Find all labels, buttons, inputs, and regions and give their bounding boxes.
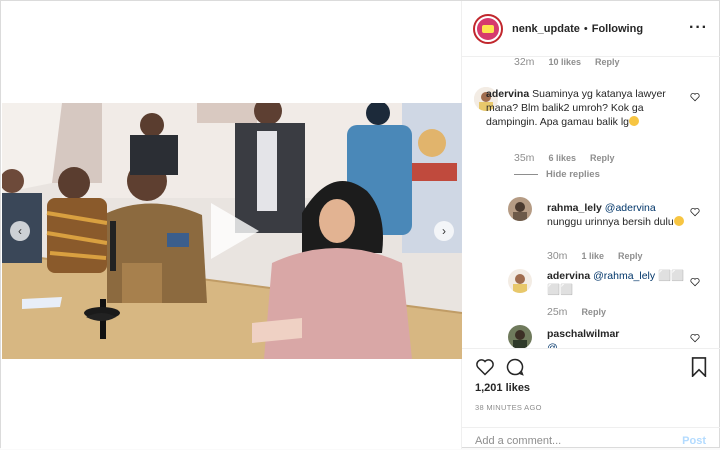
previous-comment-meta: 32m 10 likes Reply <box>514 57 619 68</box>
following-button[interactable]: Following <box>592 23 643 35</box>
reply-button[interactable]: Reply <box>595 57 620 67</box>
instagram-post-dialog: ‹ › nenk_update • Following ··· 32m 10 l… <box>0 0 720 449</box>
comment-time: 32m <box>514 57 535 68</box>
chevron-left-icon[interactable]: ‹ <box>10 221 30 241</box>
comment-likes[interactable]: 1 like <box>581 251 604 261</box>
mention-link[interactable]: @rahma_lely <box>593 270 655 282</box>
post-comment-button[interactable]: Post <box>682 435 706 447</box>
post-actions: 1,201 likes 38 MINUTES AGO Add a comment… <box>462 348 720 449</box>
commenter-username[interactable]: adervina <box>547 270 590 282</box>
header-separator: • <box>583 22 588 35</box>
more-options-icon[interactable]: ··· <box>689 19 708 37</box>
comment-time: 25m <box>547 306 568 318</box>
comment-item: adervina Suaminya yg katanya lawyer mana… <box>462 81 720 171</box>
comment-text: adervina Suaminya yg katanya lawyer mana… <box>486 87 671 129</box>
heart-icon[interactable] <box>690 207 700 217</box>
post-side-panel: nenk_update • Following ··· 32m 10 likes… <box>462 1 720 449</box>
comments-list[interactable]: 32m 10 likes Reply adervina Suaminya yg … <box>462 57 720 348</box>
play-icon[interactable] <box>207 201 261 261</box>
reply-text: rahma_lely @adervina nunggu urinnya bers… <box>547 201 687 229</box>
commenter-username[interactable]: paschalwilmar <box>547 328 619 340</box>
author-username[interactable]: nenk_update <box>512 23 580 35</box>
video-player[interactable]: ‹ › <box>2 103 462 359</box>
comment-likes[interactable]: 6 likes <box>548 153 576 163</box>
reply-button[interactable]: Reply <box>618 251 643 261</box>
hide-replies-toggle[interactable]: Hide replies <box>514 169 600 180</box>
bookmark-icon[interactable] <box>690 357 708 377</box>
comment-time: 30m <box>547 250 568 262</box>
reply-text: adervina @rahma_lely ⬜⬜ ⬜⬜ <box>547 269 687 297</box>
mention-link[interactable]: @adervina <box>605 202 656 214</box>
commenter-avatar[interactable] <box>508 325 532 348</box>
author-avatar-image <box>477 17 499 40</box>
reply-meta: 25m Reply <box>547 306 606 318</box>
comment-time: 35m <box>514 152 535 164</box>
reply-item: adervina @rahma_lely ⬜⬜ ⬜⬜ 25m Reply <box>462 269 720 324</box>
reply-item: rahma_lely @adervina nunggu urinnya bers… <box>462 197 720 267</box>
heart-icon[interactable] <box>475 357 495 377</box>
commenter-avatar[interactable] <box>508 197 532 221</box>
divider-line <box>514 174 538 175</box>
commenter-avatar[interactable] <box>508 269 532 293</box>
heart-icon[interactable] <box>690 92 700 102</box>
add-comment-bar: Add a comment... Post <box>462 427 720 450</box>
commenter-username[interactable]: adervina <box>486 88 529 100</box>
reply-body: nunggu urinnya bersih dulu <box>547 216 674 228</box>
comment-likes[interactable]: 10 likes <box>548 57 581 67</box>
smirk-emoji-icon <box>673 216 684 226</box>
post-header: nenk_update • Following ··· <box>462 1 720 57</box>
reply-text: paschalwilmar @... <box>547 327 687 348</box>
reply-button[interactable]: Reply <box>590 153 615 163</box>
add-comment-input[interactable]: Add a comment... <box>475 435 561 447</box>
reply-item: paschalwilmar @... <box>462 325 720 348</box>
comment-meta: 35m 6 likes Reply <box>514 152 614 164</box>
likes-count[interactable]: 1,201 likes <box>475 382 530 394</box>
heart-icon[interactable] <box>690 277 700 287</box>
heart-icon[interactable] <box>690 333 700 343</box>
reply-button[interactable]: Reply <box>581 307 606 317</box>
comment-icon[interactable] <box>505 357 525 377</box>
hide-replies-label[interactable]: Hide replies <box>546 169 600 180</box>
media-area: ‹ › <box>1 1 462 449</box>
chevron-right-icon[interactable]: › <box>434 221 454 241</box>
commenter-username[interactable]: rahma_lely <box>547 202 602 214</box>
laughing-emoji-icon <box>629 116 640 126</box>
post-timestamp[interactable]: 38 MINUTES AGO <box>475 403 542 412</box>
reply-meta: 30m 1 like Reply <box>547 250 642 262</box>
author-avatar[interactable] <box>473 13 503 44</box>
